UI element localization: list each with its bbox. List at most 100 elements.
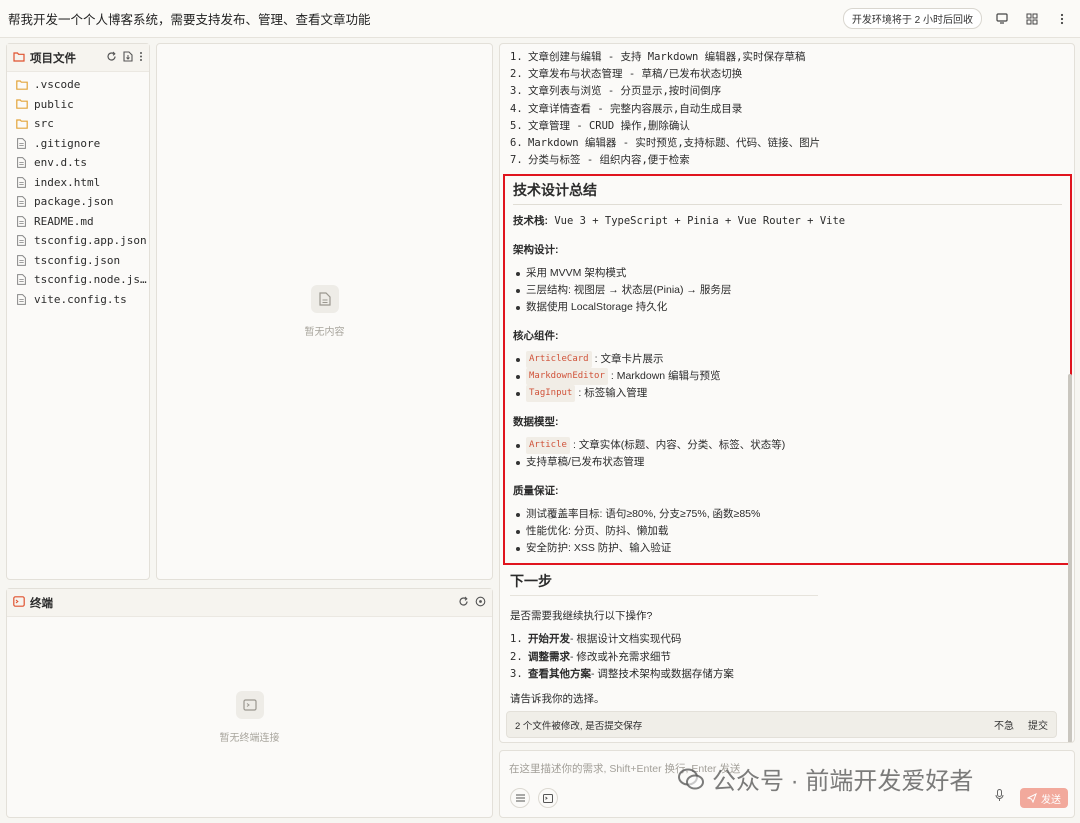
arch-list: 采用 MVVM 架构模式三层结构: 视图层 → 状态层(Pinia) → 服务层… [513,265,1062,316]
terminal-header: 终端 [7,589,492,617]
feature-text: 分类与标签 - 组织内容,便于检索 [528,154,690,167]
file-name: .vscode [34,78,81,92]
list-item: 采用 MVVM 架构模式 [513,265,1062,282]
file-tree-item[interactable]: src [7,114,149,134]
option-number: 1. [510,633,523,646]
file-tree-item[interactable]: package.json [7,192,149,212]
file-tree-item[interactable]: README.md [7,212,149,232]
file-tree-item[interactable]: env.d.ts [7,153,149,173]
list-item: ArticleCard: 文章卡片展示 [513,351,1062,369]
feature-item: 6. Markdown 编辑器 - 实时预览,支持标题、代码、链接、图片 [510,135,1064,152]
file-icon [15,176,28,188]
file-icon [15,215,28,227]
option-desc: - 根据设计文档实现代码 [570,633,682,646]
cancel-button[interactable]: 不急 [994,717,1014,732]
option-title: 查看其他方案 [528,667,591,680]
tech-stack: 技术栈: Vue 3 + TypeScript + Pinia + Vue Ro… [513,213,1062,230]
feature-text: 文章管理 - CRUD 操作,删除确认 [528,119,690,132]
feature-number: 2. [510,68,523,81]
file-tree-item[interactable]: .gitignore [7,134,149,154]
file-tree-item[interactable]: index.html [7,173,149,193]
feature-item: 2. 文章发布与状态管理 - 草稿/已发布状态切换 [510,66,1064,83]
chat-input[interactable]: 在这里描述你的需求, Shift+Enter 换行, Enter 发送 [509,761,740,776]
next-option[interactable]: 1. 开始开发 - 根据设计文档实现代码 [510,631,1064,648]
folder-icon [15,118,28,130]
file-icon [15,293,28,305]
list-item-text: 测试覆盖率目标: 语句≥80%, 分支≥75%, 函数≥85% [526,508,761,521]
add-terminal-icon[interactable] [475,596,486,610]
feature-text: Markdown 编辑器 - 实时预览,支持标题、代码、链接、图片 [528,137,821,150]
model-desc: : 文章实体(标题、内容、分类、标签、状态等) [572,439,786,452]
list-icon[interactable] [510,788,530,808]
send-button[interactable]: 发送 [1020,788,1068,808]
chat-panel: 1. 文章创建与编辑 - 支持 Markdown 编辑器,实时保存草稿 2. 文章发布… [499,43,1075,743]
feature-text: 文章列表与浏览 - 分页显示,按时间倒序 [528,85,722,98]
save-prompt-text: 2 个文件被修改, 是否提交保存 [515,720,643,732]
next-option[interactable]: 3. 查看其他方案 - 调整技术架构或数据存储方案 [510,666,1064,683]
list-item: Article: 文章实体(标题、内容、分类、标签、状态等) [513,437,1062,455]
choose-prompt: 请告诉我你的选择。 [510,693,605,706]
terminal-panel: 终端 暂无终端连接 [6,588,493,818]
chat-scrollbar[interactable] [1068,374,1072,742]
qa-list: 测试覆盖率目标: 语句≥80%, 分支≥75%, 函数≥85% 性能优化: 分页、… [513,506,1062,557]
list-item: 性能优化: 分页、防抖、懒加载 [513,523,1062,540]
next-options-list: 1. 开始开发 - 根据设计文档实现代码 2. 调整需求 - 修改或补充需求细节 3. 查… [510,631,1064,683]
download-file-icon[interactable] [123,50,133,65]
files-panel-title: 项目文件 [30,52,76,65]
layout-icon[interactable] [1022,9,1042,29]
file-tree-item[interactable]: vite.config.ts [7,290,149,310]
microphone-icon[interactable] [995,789,1004,805]
refresh-icon[interactable] [106,51,117,65]
list-item: 三层结构: 视图层 → 状态层(Pinia) → 服务层 [513,282,1062,299]
chat-input-panel[interactable]: 在这里描述你的需求, Shift+Enter 换行, Enter 发送 发送 [499,750,1075,818]
component-desc: : 文章卡片展示 [594,353,664,366]
file-name: tsconfig.json [34,253,121,267]
editor-panel: 暂无内容 [156,43,493,580]
more-vertical-icon[interactable] [139,51,143,65]
more-icon[interactable] [1052,9,1072,29]
files-panel-header: 项目文件 [7,44,149,72]
feature-number: 4. [510,102,523,115]
file-icon [15,196,28,208]
feature-item: 4. 文章详情查看 - 完整内容展示,自动生成目录 [510,101,1064,118]
file-tree-item[interactable]: tsconfig.app.json [7,231,149,251]
folder-icon [15,79,28,91]
file-tree-item[interactable]: tsconfig.json [7,251,149,271]
list-item: 安全防护: XSS 防护、输入验证 [513,540,1062,557]
feature-item: 1. 文章创建与编辑 - 支持 Markdown 编辑器,实时保存草稿 [510,49,1064,66]
feature-number: 5. [510,119,523,132]
file-name: index.html [34,175,101,189]
tech-summary-highlight: 技术设计总结 技术栈: Vue 3 + TypeScript + Pinia +… [503,174,1072,566]
file-tree-item[interactable]: tsconfig.node.json [7,270,149,290]
file-icon [15,137,28,149]
component-code: TagInput [526,385,576,403]
model-code: Article [526,437,570,455]
feature-item: 5. 文章管理 - CRUD 操作,删除确认 [510,118,1064,135]
terminal-icon [13,595,25,610]
project-files-panel: 项目文件 .vscode public src .gitignore env.d.ts i… [6,43,150,580]
data-model-list: Article: 文章实体(标题、内容、分类、标签、状态等) 支持草稿/已发布状… [513,437,1062,471]
file-tree-item[interactable]: .vscode [7,75,149,95]
editor-empty-text: 暂无内容 [304,327,345,338]
component-desc: : 标签输入管理 [578,387,648,400]
list-item-text: 采用 MVVM 架构模式 [526,267,627,280]
list-item-text: 数据使用 LocalStorage 持久化 [526,301,668,314]
file-tree: .vscode public src .gitignore env.d.ts index.… [7,72,149,309]
file-tree-item[interactable]: public [7,95,149,115]
refresh-icon[interactable] [458,596,469,610]
file-name: public [34,97,74,111]
component-code: MarkdownEditor [526,368,608,386]
next-option[interactable]: 2. 调整需求 - 修改或补充需求细节 [510,649,1064,666]
data-model-label: 数据模型: [513,416,559,429]
option-number: 3. [510,667,523,680]
terminal-command-icon[interactable] [538,788,558,808]
submit-button[interactable]: 提交 [1028,717,1048,732]
next-steps-title: 下一步 [510,571,818,597]
component-code: ArticleCard [526,351,592,369]
feature-item: 7. 分类与标签 - 组织内容,便于检索 [510,152,1064,169]
file-name: .gitignore [34,136,101,150]
monitor-icon[interactable] [992,9,1012,29]
option-title: 开始开发 [528,633,570,646]
tech-stack-value: Vue 3 + TypeScript + Pinia + Vue Router … [548,215,846,228]
tech-stack-label: 技术栈: [513,215,548,228]
